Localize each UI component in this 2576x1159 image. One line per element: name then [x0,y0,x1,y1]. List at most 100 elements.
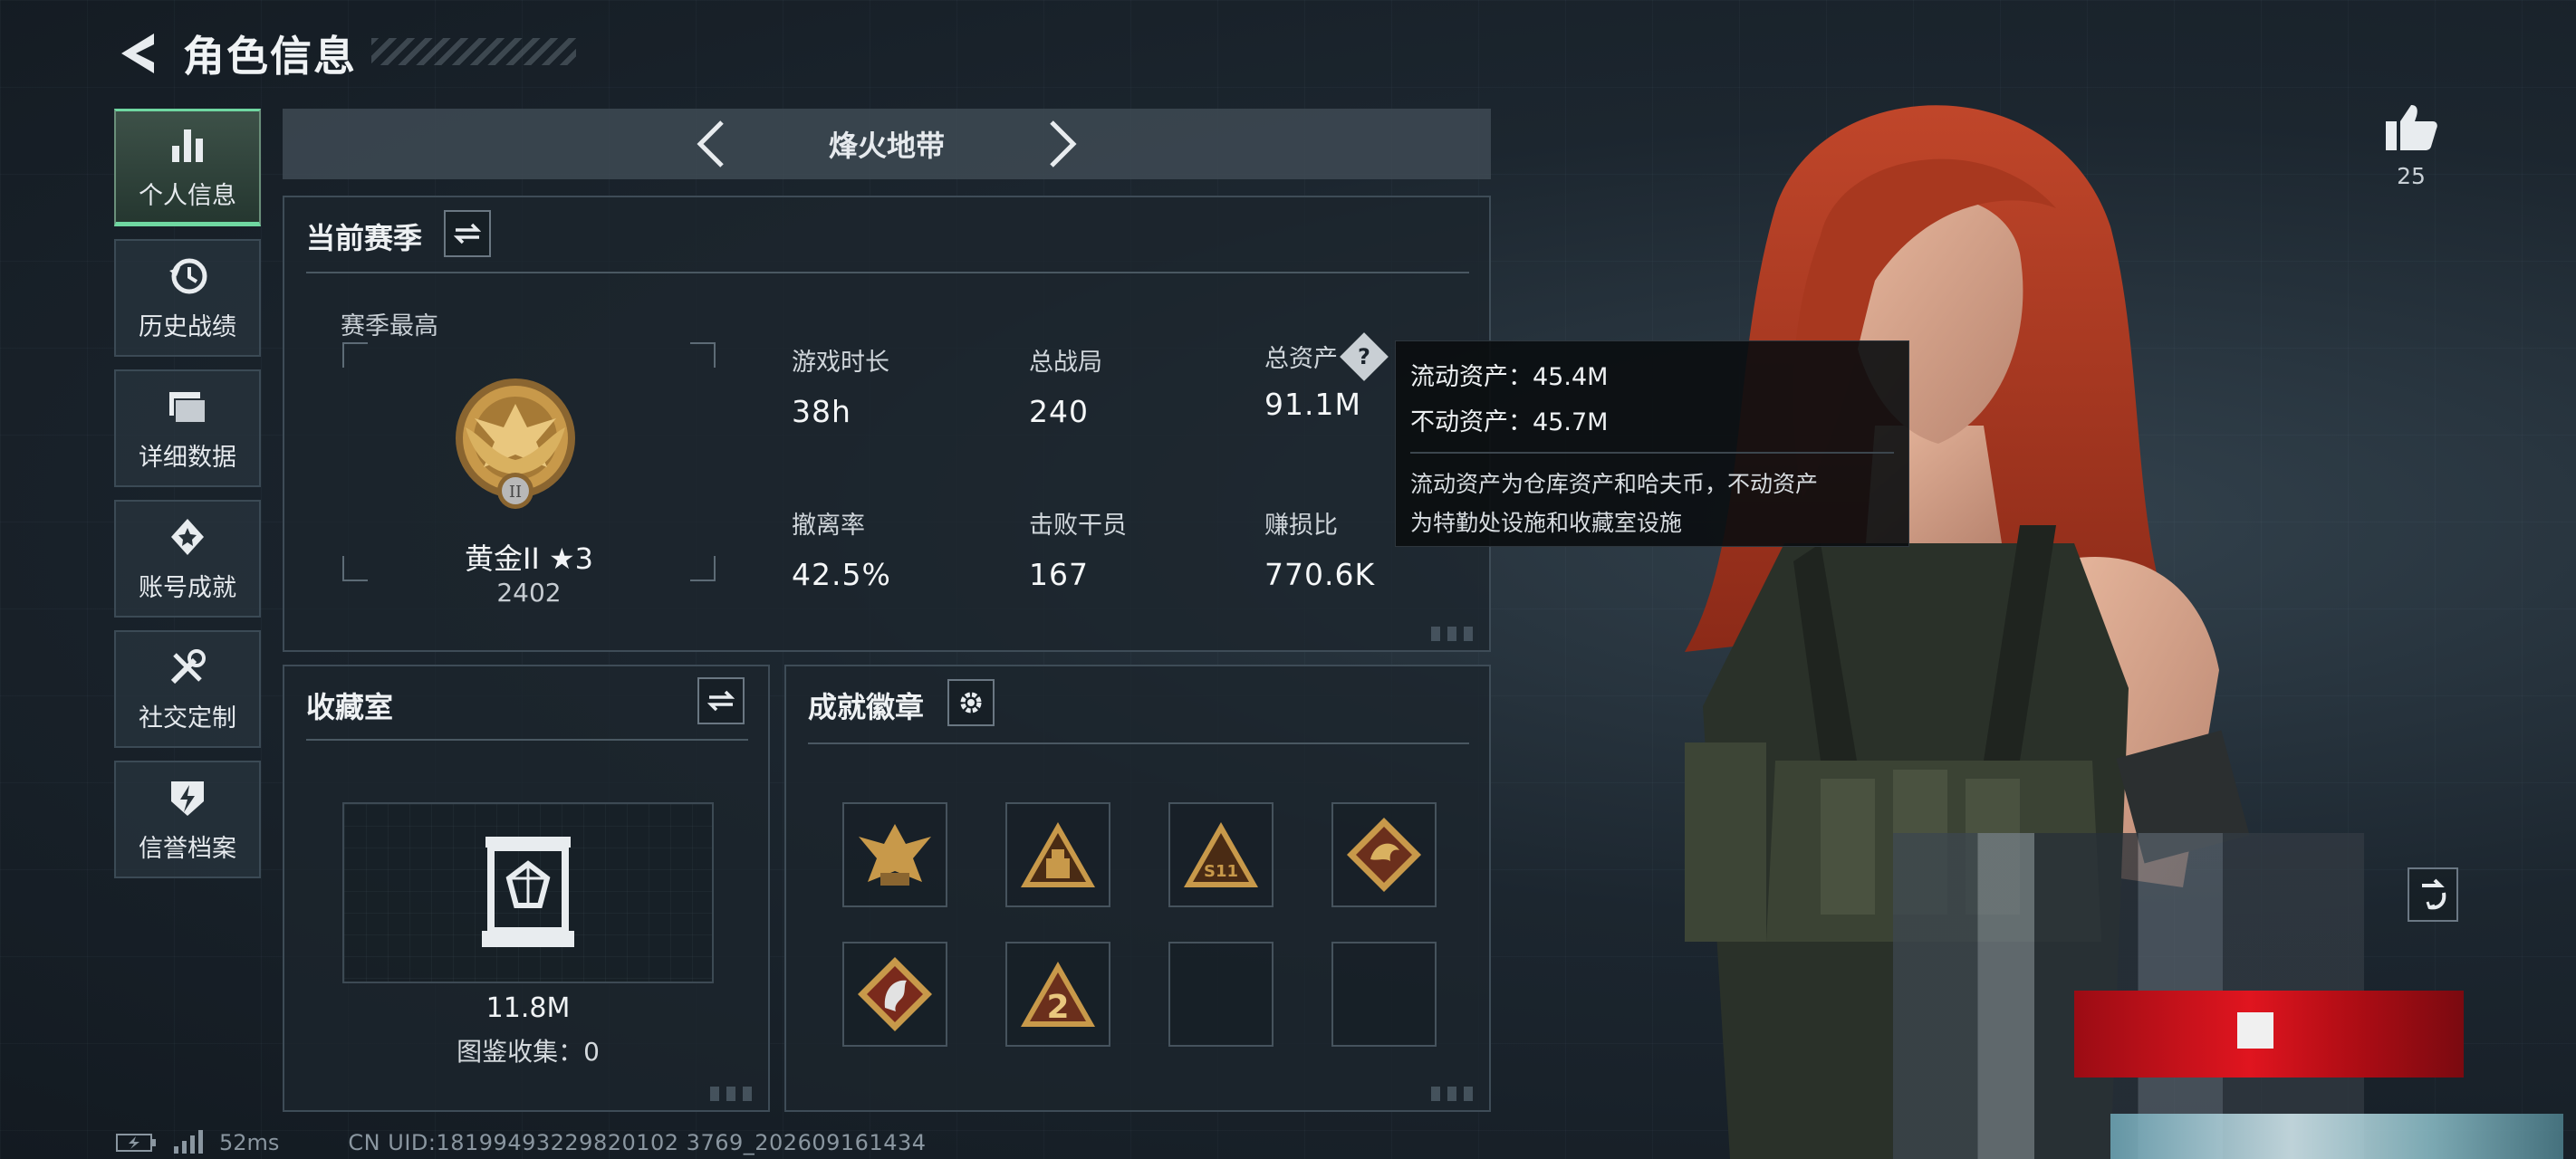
collection-value: 11.8M [485,992,571,1024]
stat-label: 总战局 [1029,349,1102,377]
sidebar-item-label: 社交定制 [139,704,236,733]
stat-value: 240 [1029,394,1089,429]
divider [808,742,1469,744]
credit-icon [166,776,209,819]
stat-label: 撤离率 [792,512,865,540]
ping-value: 52ms [219,1130,280,1155]
rotate-character-button[interactable] [2408,867,2458,922]
like-count: 25 [2397,163,2426,189]
bar-chart-icon [166,123,209,167]
rank-two-badge-icon: 2 [1021,962,1095,1027]
tooltip-description-line: 流动资产为仓库资产和哈夫币，不动资产 [1410,471,1819,497]
stat-label: 击败干员 [1029,512,1127,540]
collection-title: 收藏室 [306,690,394,724]
user-uid: CN UID:18199493229820102 3769_2026091614… [348,1130,927,1155]
corner-decoration [1431,1087,1480,1101]
stat-value: 91.1M [1264,387,1361,422]
badge-slot[interactable]: S11 [1168,802,1274,907]
sidebar-item-label: 账号成就 [139,573,236,602]
dragon-badge-icon [1347,818,1421,892]
sidebar-item-label: 详细数据 [139,443,236,472]
corner-decoration [710,1087,759,1101]
gold-rank-emblem-icon: II [456,378,575,509]
header: 角色信息 [112,22,357,85]
status-footer: 52ms CN UID:18199493229820102 3769_20260… [116,1130,927,1155]
collection-panel: 收藏室 11.8M 图鉴收集：0 [283,665,770,1112]
rank-name: 黄金II ★3 [464,541,594,576]
achievement-icon [166,515,209,559]
badges-settings-button[interactable] [947,679,995,726]
divider [1410,452,1894,454]
sidebar-item-achievements[interactable]: 账号成就 [114,500,261,618]
mosaic-white-block [2237,1012,2273,1049]
badge-slot-empty[interactable] [1331,942,1437,1047]
swap-icon [707,690,735,712]
thumbs-up-icon [2386,105,2437,150]
help-icon[interactable]: ? [1340,331,1389,381]
tooltip-description-line: 为特勤处设施和收藏室设施 [1410,510,1683,536]
sidebar-item-credit[interactable]: 信誉档案 [114,761,261,878]
back-button[interactable] [112,26,159,81]
badges-panel: 成就徽章 S11 2 [784,665,1491,1112]
badges-title: 成就徽章 [808,690,925,724]
gear-icon [960,692,982,714]
chevron-right-icon [1050,120,1077,168]
tooltip-liquid-assets: 流动资产：45.4M [1410,363,1609,391]
season-panel: 当前赛季 赛季最高 II 黄金II ★3 2402 游戏时长 38h 总战局 2… [283,196,1491,652]
corner-decoration [1431,627,1480,641]
signal-icon [174,1130,203,1154]
svg-text:S11: S11 [1204,862,1238,881]
tooltip-fixed-assets: 不动资产：45.7M [1410,408,1609,436]
mode-prev-button[interactable] [683,112,737,176]
horse-badge-icon [858,957,932,1031]
rotate-icon [2422,878,2446,910]
badge-slot[interactable]: 2 [1005,942,1110,1047]
stat-total-matches: 总战局 240 [1029,342,1102,429]
page-title: 角色信息 [183,32,357,81]
collection-switch-button[interactable] [697,677,745,724]
eagle-badge-icon [859,824,931,886]
sidebar-item-history[interactable]: 历史战绩 [114,239,261,357]
title-decoration [371,38,576,65]
badge-slot[interactable] [842,802,947,907]
mode-selector: 烽火地带 [283,109,1491,179]
mode-next-button[interactable] [1036,112,1091,176]
sidebar-item-details[interactable]: 详细数据 [114,369,261,487]
sidebar: 个人信息 历史战绩 详细数据 账号成就 社交定制 信誉档案 [114,109,261,891]
tools-icon [166,646,209,689]
svg-text:2: 2 [1046,989,1069,1026]
divider [306,272,1469,273]
back-arrow-icon [121,34,154,73]
badge-slot[interactable] [1331,802,1437,907]
stat-value: 167 [1029,557,1089,592]
collection-count: 图鉴收集：0 [457,1037,600,1067]
badge-slot[interactable] [1005,802,1110,907]
stat-total-assets: 总资产 ? 91.1M [1264,331,1389,422]
badge-slot-empty[interactable] [1168,942,1274,1047]
mode-title: 烽火地带 [828,129,945,163]
battery-icon [116,1134,156,1152]
badge-slot[interactable] [842,942,947,1047]
s11-badge-icon: S11 [1184,822,1258,887]
stat-label-row: 总资产 ? [1264,331,1389,381]
season-title: 当前赛季 [306,221,423,255]
chevron-left-icon [697,120,724,168]
sidebar-item-personal-info[interactable]: 个人信息 [114,109,261,226]
stat-value: 770.6K [1264,557,1376,592]
stat-play-time: 游戏时长 38h [792,342,889,429]
season-switch-button[interactable] [444,210,491,257]
divider [306,739,748,741]
sidebar-item-social[interactable]: 社交定制 [114,630,261,748]
folder-icon [166,385,209,428]
stat-label: 赚损比 [1264,512,1338,540]
swap-icon [454,223,481,244]
like-button[interactable]: 25 [2382,101,2440,189]
stat-operators-defeated: 击败干员 167 [1029,505,1127,592]
display-case-icon [482,837,574,947]
stat-label: 总资产 [1264,345,1338,373]
stat-profit-loss-ratio: 赚损比 770.6K [1264,505,1375,592]
stat-label: 游戏时长 [792,349,889,377]
stat-extraction-rate: 撤离率 42.5% [792,505,891,592]
sidebar-item-label: 信誉档案 [139,834,236,863]
collection-display[interactable] [342,802,714,983]
